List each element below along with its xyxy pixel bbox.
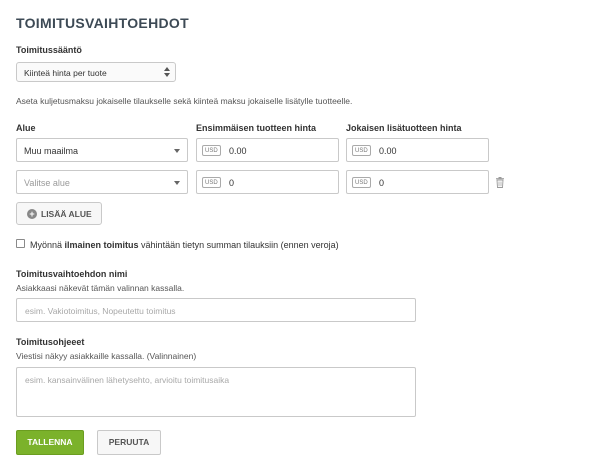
- additional-item-price-input-row-2[interactable]: USD 0: [346, 170, 489, 194]
- region-select-row-1[interactable]: Muu maailma: [16, 138, 188, 162]
- select-updown-icon: [164, 66, 170, 78]
- chevron-down-icon: [174, 181, 180, 185]
- shipping-rule-label: Toimitussääntö: [16, 45, 82, 55]
- shipping-rule-select[interactable]: Kiinteä hinta per tuote: [16, 62, 176, 82]
- region-value: Muu maailma: [24, 146, 79, 156]
- save-button[interactable]: TALLENNA: [16, 430, 84, 455]
- currency-tag: USD: [202, 177, 221, 188]
- chevron-down-icon: [174, 149, 180, 153]
- currency-tag: USD: [352, 177, 371, 188]
- free-shipping-checkbox[interactable]: [16, 239, 25, 248]
- first-item-price-input-row-1[interactable]: USD 0.00: [196, 138, 339, 162]
- additional-item-price-value: 0: [379, 178, 385, 188]
- currency-tag: USD: [202, 145, 221, 156]
- instructions-label: Toimitusohjeeet: [16, 337, 85, 347]
- free-shipping-bold: ilmainen toimitus: [64, 240, 139, 250]
- add-region-button[interactable]: + LISÄÄ ALUE: [16, 202, 102, 225]
- region-placeholder: Valitse alue: [24, 178, 70, 188]
- option-name-label: Toimitusvaihtoehdon nimi: [16, 269, 128, 279]
- first-item-price-input-row-2[interactable]: USD 0: [196, 170, 339, 194]
- trash-icon[interactable]: [495, 177, 505, 188]
- shipping-rule-description: Aseta kuljetusmaksu jokaiselle tilauksel…: [16, 96, 353, 106]
- column-header-region: Alue: [16, 123, 36, 133]
- column-header-first-item: Ensimmäisen tuotteen hinta: [196, 123, 317, 133]
- additional-item-price-input-row-1[interactable]: USD 0.00: [346, 138, 489, 162]
- plus-circle-icon: +: [27, 209, 37, 219]
- option-name-help: Asiakkaasi näkevät tämän valinnan kassal…: [16, 283, 185, 293]
- shipping-rule-value: Kiinteä hinta per tuote: [24, 68, 107, 78]
- free-shipping-label[interactable]: Myönnä ilmainen toimitus vähintään tiety…: [30, 240, 339, 250]
- free-shipping-suffix: vähintään tietyn summan tilauksiin (enne…: [138, 240, 339, 250]
- instructions-textarea[interactable]: esim. kansainvälinen lähetysehto, arvioi…: [16, 367, 416, 417]
- instructions-placeholder: esim. kansainvälinen lähetysehto, arvioi…: [25, 375, 230, 385]
- free-shipping-prefix: Myönnä: [30, 240, 65, 250]
- add-region-label: LISÄÄ ALUE: [41, 209, 92, 219]
- currency-tag: USD: [352, 145, 371, 156]
- first-item-price-value: 0: [229, 178, 235, 188]
- instructions-help: Viestisi näkyy asiakkaille kassalla. (Va…: [16, 351, 197, 361]
- additional-item-price-value: 0.00: [379, 146, 397, 156]
- region-select-row-2[interactable]: Valitse alue: [16, 170, 188, 194]
- page-title: TOIMITUSVAIHTOEHDOT: [16, 15, 189, 31]
- first-item-price-value: 0.00: [229, 146, 247, 156]
- option-name-placeholder: esim. Vakiotoimitus, Nopeutettu toimitus: [25, 306, 176, 316]
- column-header-additional-item: Jokaisen lisätuotteen hinta: [346, 123, 462, 133]
- option-name-input[interactable]: esim. Vakiotoimitus, Nopeutettu toimitus: [16, 298, 416, 322]
- cancel-button[interactable]: PERUUTA: [97, 430, 161, 455]
